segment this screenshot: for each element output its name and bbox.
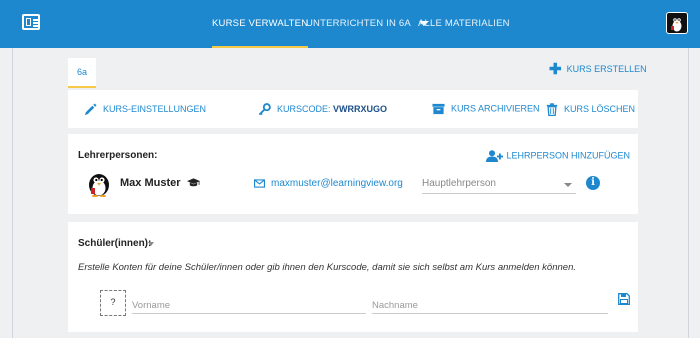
save-icon[interactable] (618, 292, 630, 305)
archive-course-button[interactable]: KURS ARCHIVIEREN (432, 103, 540, 115)
delete-course-button[interactable]: KURS LÖSCHEN (546, 103, 635, 116)
nav-teach-in-course[interactable]: UNTERRICHTEN IN 6A (306, 0, 430, 48)
students-card: Schüler(innen): Erstelle Konten für dein… (68, 222, 638, 332)
tab-course-6a[interactable]: 6a (68, 58, 96, 88)
create-course-button[interactable]: ✚ KURS ERSTELLEN (549, 60, 647, 78)
course-settings-label: KURS-EINSTELLUNGEN (103, 103, 207, 114)
lastname-field[interactable]: Nachname (372, 300, 608, 314)
chevron-down-icon[interactable] (148, 242, 154, 246)
teachers-title: Lehrerpersonen: (78, 150, 158, 161)
dashboard-icon[interactable] (22, 14, 40, 30)
dropdown-caret-icon (564, 183, 572, 187)
teacher-email-text: maxmuster@learningview.org (271, 178, 403, 189)
photo-placeholder-text: ? (110, 297, 116, 307)
student-photo-upload[interactable]: ? (100, 290, 126, 316)
teacher-name: Max Muster (120, 177, 200, 189)
pencil-icon (84, 103, 97, 116)
tab-course-label: 6a (76, 67, 87, 77)
archive-course-label: KURS ARCHIVIEREN (451, 103, 540, 114)
top-navigation-bar: KURSE VERWALTEN UNTERRICHTEN IN 6A ALLE … (0, 0, 700, 48)
teacher-avatar (86, 171, 112, 198)
user-avatar[interactable] (666, 12, 688, 34)
key-icon (258, 103, 271, 116)
lastname-placeholder: Nachname (372, 300, 418, 311)
teacher-role-placeholder: Hauptlehrperson (422, 178, 496, 189)
course-actions-card: KURS-EINSTELLUNGEN KURSCODE: VWRRXUGO KU… (68, 90, 638, 128)
teachers-card: Lehrerpersonen: LEHRPERSON HINZUFÜGEN Ma… (68, 134, 638, 214)
nav-all-materials[interactable]: ALLE MATERIALIEN (418, 0, 510, 48)
page-frame-left (12, 48, 13, 338)
create-course-label: KURS ERSTELLEN (566, 64, 647, 74)
students-title[interactable]: Schüler(innen): (78, 238, 151, 249)
nav-manage-courses[interactable]: KURSE VERWALTEN (212, 0, 309, 48)
info-icon[interactable]: i (586, 176, 600, 190)
archive-icon (432, 103, 445, 115)
firstname-field[interactable]: Vorname (132, 300, 366, 314)
envelope-icon (254, 179, 266, 188)
teacher-email-link[interactable]: maxmuster@learningview.org (254, 178, 403, 189)
firstname-placeholder: Vorname (132, 300, 171, 311)
plus-icon: ✚ (549, 60, 562, 78)
page-frame-right (688, 48, 689, 338)
teacher-name-text: Max Muster (120, 177, 181, 189)
add-user-icon (486, 150, 504, 162)
add-teacher-label: LEHRPERSON HINZUFÜGEN (506, 150, 630, 161)
delete-course-label: KURS LÖSCHEN (564, 103, 636, 114)
graduation-cap-icon (186, 178, 200, 187)
course-settings-button[interactable]: KURS-EINSTELLUNGEN (84, 103, 206, 116)
add-teacher-button[interactable]: LEHRPERSON HINZUFÜGEN (486, 150, 630, 162)
trash-icon (546, 103, 558, 116)
course-code-display[interactable]: KURSCODE: VWRRXUGO (258, 103, 387, 116)
nav-manage-courses-label: KURSE VERWALTEN (212, 18, 309, 29)
course-code-value: VWRRXUGO (333, 103, 388, 114)
course-code-label: KURSCODE: (277, 103, 331, 114)
students-description: Erstelle Konten für deine Schüler/innen … (78, 262, 576, 273)
teacher-role-select[interactable]: Hauptlehrperson (422, 176, 576, 194)
nav-teach-in-course-label: UNTERRICHTEN IN 6A (306, 18, 411, 29)
nav-all-materials-label: ALLE MATERIALIEN (418, 18, 510, 29)
